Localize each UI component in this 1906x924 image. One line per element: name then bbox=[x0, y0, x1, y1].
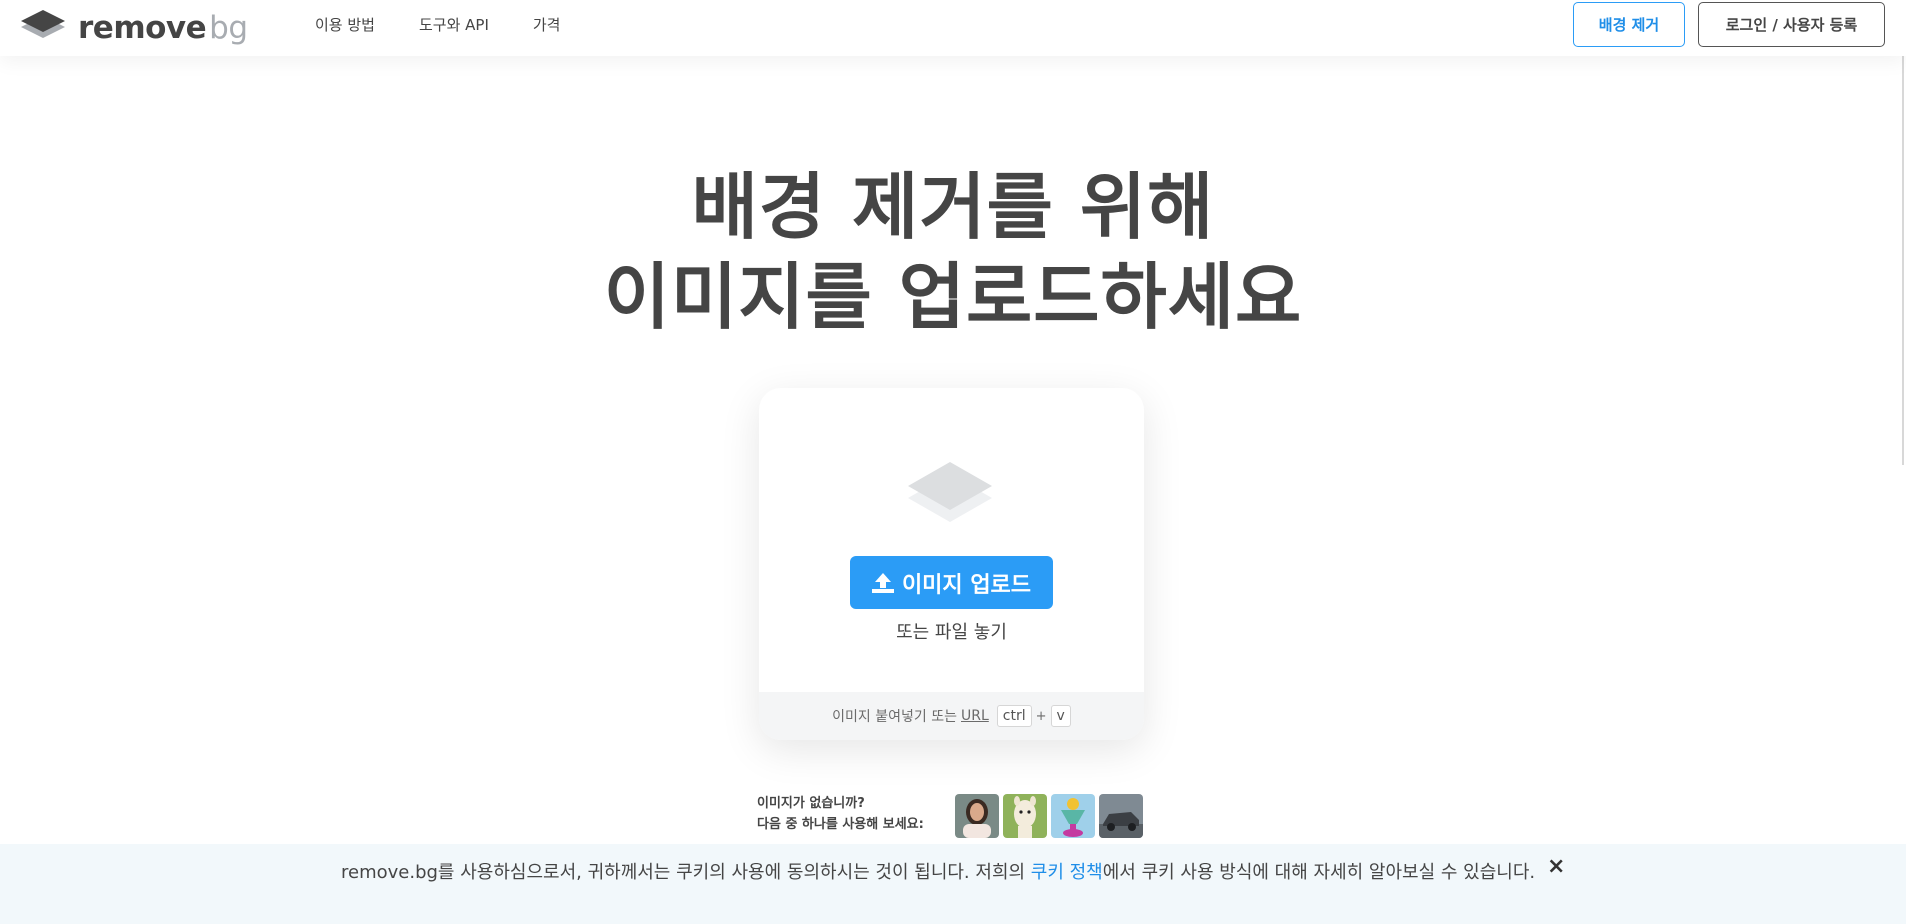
sample-prompt-line-2: 다음 중 하나를 사용해 보세요: bbox=[757, 817, 924, 832]
sample-images bbox=[955, 794, 1147, 838]
page-title: 배경 제거를 위해 이미지를 업로드하세요 bbox=[400, 162, 1506, 342]
cookie-message: remove.bg를 사용하심으로서, 귀하께서는 쿠키의 사용에 동의하시는 … bbox=[341, 859, 1546, 886]
upload-arrow-icon bbox=[871, 572, 894, 594]
remove-background-button[interactable]: 배경 제거 bbox=[1573, 2, 1685, 47]
paste-hint-text: 이미지 붙여넣기 또는 bbox=[832, 709, 957, 725]
nav-how-it-works[interactable]: 이용 방법 bbox=[315, 14, 375, 35]
logo-layers-icon bbox=[21, 10, 65, 38]
close-icon[interactable]: × bbox=[1547, 856, 1565, 878]
paste-hint: 이미지 붙여넣기 또는 URL ctrl + v bbox=[759, 692, 1144, 740]
upload-dropzone[interactable]: 이미지 업로드 또는 파일 놓기 이미지 붙여넣기 또는 URL ctrl + … bbox=[759, 388, 1144, 740]
plus-sign: + bbox=[1035, 708, 1047, 724]
drop-file-text: 또는 파일 놓기 bbox=[896, 622, 1007, 643]
sample-image-alpaca[interactable] bbox=[1003, 794, 1047, 838]
title-line-1: 배경 제거를 위해 bbox=[691, 165, 1215, 249]
logo-bg: bg bbox=[209, 9, 248, 46]
ctrl-key: ctrl bbox=[996, 705, 1032, 727]
nav-tools-api[interactable]: 도구와 API bbox=[419, 14, 489, 35]
logo-text: removebg bbox=[78, 9, 248, 46]
login-signup-button[interactable]: 로그인 / 사용자 등록 bbox=[1698, 2, 1885, 47]
layers-icon bbox=[908, 462, 992, 522]
sample-image-drink[interactable] bbox=[1051, 794, 1095, 838]
v-key: v bbox=[1050, 705, 1071, 727]
cookie-policy-link[interactable]: 쿠키 정책 bbox=[1031, 862, 1103, 883]
logo-remove: remove bbox=[78, 9, 207, 46]
cookie-banner: remove.bg를 사용하심으로서, 귀하께서는 쿠키의 사용에 동의하시는 … bbox=[0, 844, 1906, 924]
sample-image-woman[interactable] bbox=[955, 794, 999, 838]
main-nav: 이용 방법 도구와 API 가격 bbox=[315, 0, 604, 48]
url-link[interactable]: URL bbox=[961, 708, 989, 724]
upload-image-button[interactable]: 이미지 업로드 bbox=[850, 556, 1053, 609]
logo[interactable]: removebg bbox=[18, 6, 248, 50]
sample-prompt-line-1: 이미지가 없습니까? bbox=[757, 796, 865, 811]
sample-prompt: 이미지가 없습니까? 다음 중 하나를 사용해 보세요: bbox=[757, 793, 924, 835]
upload-button-label: 이미지 업로드 bbox=[901, 572, 1032, 598]
nav-pricing[interactable]: 가격 bbox=[533, 14, 561, 35]
title-line-2: 이미지를 업로드하세요 bbox=[603, 255, 1303, 339]
scrollbar-edge bbox=[1902, 0, 1904, 465]
cookie-text-before: remove.bg를 사용하심으로서, 귀하께서는 쿠키의 사용에 동의하시는 … bbox=[341, 862, 1031, 883]
cookie-text-after: 에서 쿠키 사용 방식에 대해 자세히 알아보실 수 있습니다. bbox=[1102, 862, 1536, 883]
site-header: removebg 이용 방법 도구와 API 가격 배경 제거 로그인 / 사용… bbox=[0, 0, 1906, 56]
sample-image-car[interactable] bbox=[1099, 794, 1143, 838]
